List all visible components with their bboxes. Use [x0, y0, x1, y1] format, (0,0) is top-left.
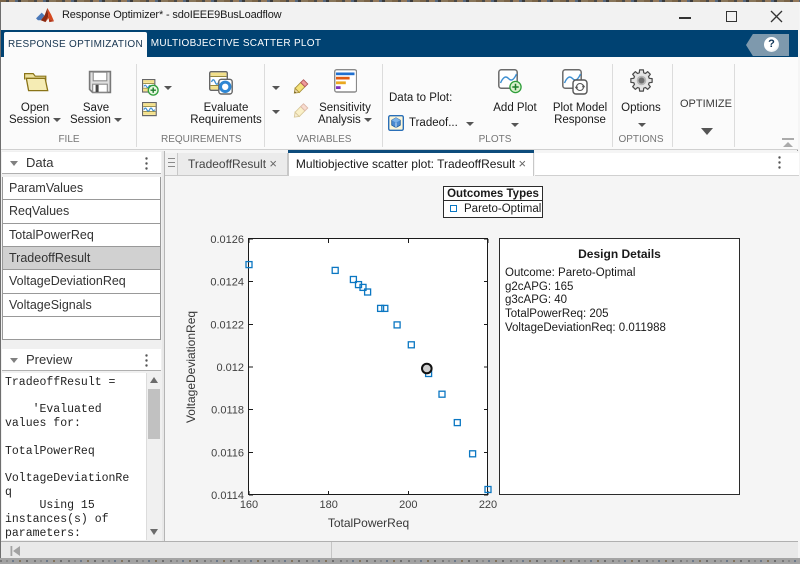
svg-text:0.0124: 0.0124	[210, 277, 244, 289]
svg-text:TotalPowerReq: TotalPowerReq	[328, 516, 409, 530]
svg-text:0.0116: 0.0116	[211, 447, 244, 459]
svg-text:0.0114: 0.0114	[211, 490, 244, 502]
svg-text:200: 200	[399, 499, 417, 511]
svg-text:0.0118: 0.0118	[211, 405, 244, 417]
svg-text:0.0126: 0.0126	[210, 234, 244, 246]
svg-text:0.012: 0.012	[216, 362, 244, 374]
svg-text:0.0122: 0.0122	[210, 319, 244, 331]
svg-text:VoltageDeviationReq: VoltageDeviationReq	[184, 311, 198, 423]
svg-text:220: 220	[479, 499, 497, 511]
svg-text:180: 180	[320, 499, 338, 511]
